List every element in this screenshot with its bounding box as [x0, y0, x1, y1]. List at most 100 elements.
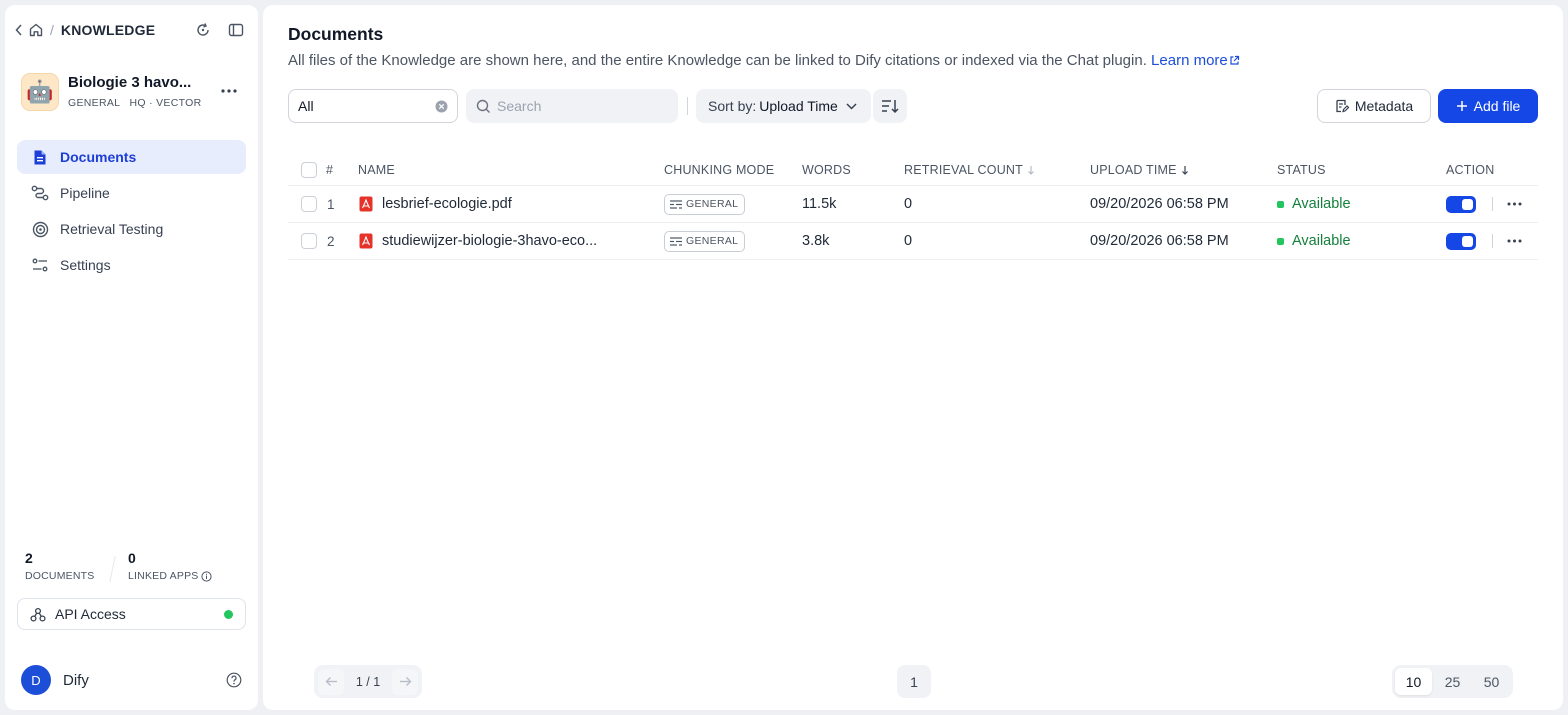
linked-apps-count: 0 [128, 550, 136, 566]
col-chunking-mode: CHUNKING MODE [664, 163, 775, 177]
metadata-button[interactable]: Metadata [1317, 89, 1431, 123]
pagination-nav: 1 / 1 [314, 665, 422, 698]
linked-apps-label: LINKED APPS [128, 570, 199, 582]
sort-arrow-down-icon [1028, 166, 1034, 175]
search-box[interactable] [466, 89, 678, 123]
page-number-button[interactable]: 1 [897, 665, 931, 698]
sort-select[interactable]: Sort by: Upload Time [696, 89, 871, 123]
learn-more-link[interactable]: Learn more [1151, 52, 1240, 69]
chunking-mode-badge: GENERAL [664, 193, 746, 215]
search-input[interactable] [497, 98, 667, 114]
row-enable-toggle-cell [1446, 186, 1476, 222]
api-access-button[interactable]: API Access [17, 598, 246, 630]
metadata-icon [1336, 99, 1349, 113]
select-all-checkbox[interactable] [301, 162, 317, 178]
row-name-cell[interactable]: lesbrief-ecologie.pdf [359, 186, 512, 222]
home-icon[interactable] [28, 22, 44, 38]
documents-table: # NAME CHUNKING MODE WORDS RETRIEVAL COU… [288, 155, 1538, 260]
knowledge-meta: GENERAL HQ · VECTOR [68, 97, 202, 109]
prev-page-button[interactable] [318, 668, 344, 695]
document-name: lesbrief-ecologie.pdf [382, 196, 512, 212]
page-size-option[interactable]: 10 [1395, 668, 1432, 695]
page-title: Documents [288, 24, 384, 44]
col-upload-label: UPLOAD TIME [1090, 163, 1177, 177]
page-size-option[interactable]: 50 [1473, 668, 1510, 695]
top-breadcrumb: / KNOWLEDGE [15, 19, 250, 41]
action-separator [1492, 197, 1493, 211]
col-upload-time[interactable]: UPLOAD TIME [1090, 155, 1189, 185]
general-mode-icon [670, 236, 682, 246]
sidebar-item-label: Retrieval Testing [60, 221, 164, 237]
status-filter-select[interactable]: All [288, 89, 458, 123]
add-file-label: Add file [1473, 98, 1521, 114]
row-name-cell[interactable]: studiewijzer-biologie-3havo-eco... [359, 223, 597, 259]
toggle-knob [1462, 235, 1473, 247]
filter-value: All [298, 98, 314, 114]
row-retrieval-count: 0 [904, 196, 913, 212]
help-icon[interactable] [226, 672, 242, 688]
plus-icon [1456, 101, 1467, 111]
main-panel: Documents All files of the Knowledge are… [263, 5, 1563, 710]
settings-sliders-icon [31, 256, 49, 274]
general-mode-icon [670, 199, 682, 209]
sidebar-item-pipeline[interactable]: Pipeline [17, 176, 246, 210]
sidebar-toggle-icon[interactable] [228, 22, 244, 38]
sort-order-button[interactable] [873, 89, 907, 123]
clear-filter-icon[interactable] [435, 100, 448, 113]
row-mode-cell: GENERAL [664, 186, 746, 222]
enable-toggle[interactable] [1446, 195, 1476, 213]
breadcrumb-knowledge[interactable]: KNOWLEDGE [61, 22, 155, 38]
user-menu[interactable]: D Dify [21, 665, 246, 695]
sidebar-item-settings[interactable]: Settings [17, 248, 246, 282]
row-more-button[interactable] [1507, 186, 1522, 222]
chunking-mode-label: GENERAL [686, 235, 739, 247]
row-index: 1 [327, 196, 335, 212]
row-upload-time: 09/20/2026 06:58 PM [1090, 196, 1229, 212]
table-header: # NAME CHUNKING MODE WORDS RETRIEVAL COU… [288, 155, 1538, 186]
row-retrieval-count: 0 [904, 233, 913, 249]
col-retrieval-count[interactable]: RETRIEVAL COUNT [904, 155, 1035, 185]
target-icon [31, 220, 49, 238]
action-separator [1492, 234, 1493, 248]
status-badge: Available [1277, 223, 1351, 259]
page-size-option[interactable]: 25 [1434, 668, 1471, 695]
row-enable-toggle-cell [1446, 223, 1476, 259]
table-row[interactable]: 2 studiewijzer-biologie-3havo-eco... GEN… [288, 223, 1538, 260]
metadata-label: Metadata [1354, 98, 1414, 114]
knowledge-more-button[interactable] [215, 81, 243, 101]
chunking-mode-badge: GENERAL [664, 230, 746, 252]
documents-label: DOCUMENTS [25, 570, 95, 582]
status-dot [1277, 237, 1284, 245]
info-icon[interactable] [201, 570, 213, 582]
enable-toggle[interactable] [1446, 232, 1476, 250]
status-label: Available [1292, 196, 1351, 212]
row-checkbox[interactable] [301, 196, 317, 212]
col-index: # [326, 163, 334, 177]
document-icon [31, 148, 49, 166]
knowledge-avatar: 🤖 [21, 73, 59, 111]
action-separator-cell [1492, 186, 1493, 222]
api-access-label: API Access [55, 606, 126, 622]
pipeline-icon [31, 184, 49, 202]
row-checkbox[interactable] [301, 233, 317, 249]
back-chevron-icon[interactable] [15, 24, 23, 36]
api-icon [30, 607, 46, 622]
next-page-button[interactable] [392, 668, 418, 695]
table-row[interactable]: 1 lesbrief-ecologie.pdf GENERAL 11.5k 0 … [288, 186, 1538, 223]
api-status-dot [224, 610, 233, 619]
toggle-knob [1462, 198, 1473, 210]
row-select-cell [301, 186, 317, 222]
sidebar-item-documents[interactable]: Documents [17, 140, 246, 174]
select-all-cell [301, 155, 317, 185]
page-description: All files of the Knowledge are shown her… [288, 52, 1240, 69]
action-separator-cell [1492, 223, 1493, 259]
refresh-icon[interactable] [195, 22, 211, 38]
sidebar-item-retrieval-testing[interactable]: Retrieval Testing [17, 212, 246, 246]
page-size-selector: 10 25 50 [1392, 665, 1513, 698]
document-name: studiewijzer-biologie-3havo-eco... [382, 233, 598, 249]
row-more-button[interactable] [1507, 223, 1522, 259]
add-file-button[interactable]: Add file [1438, 89, 1538, 123]
col-name: NAME [358, 163, 395, 177]
col-status: STATUS [1277, 163, 1326, 177]
documents-count: 2 [25, 550, 33, 566]
